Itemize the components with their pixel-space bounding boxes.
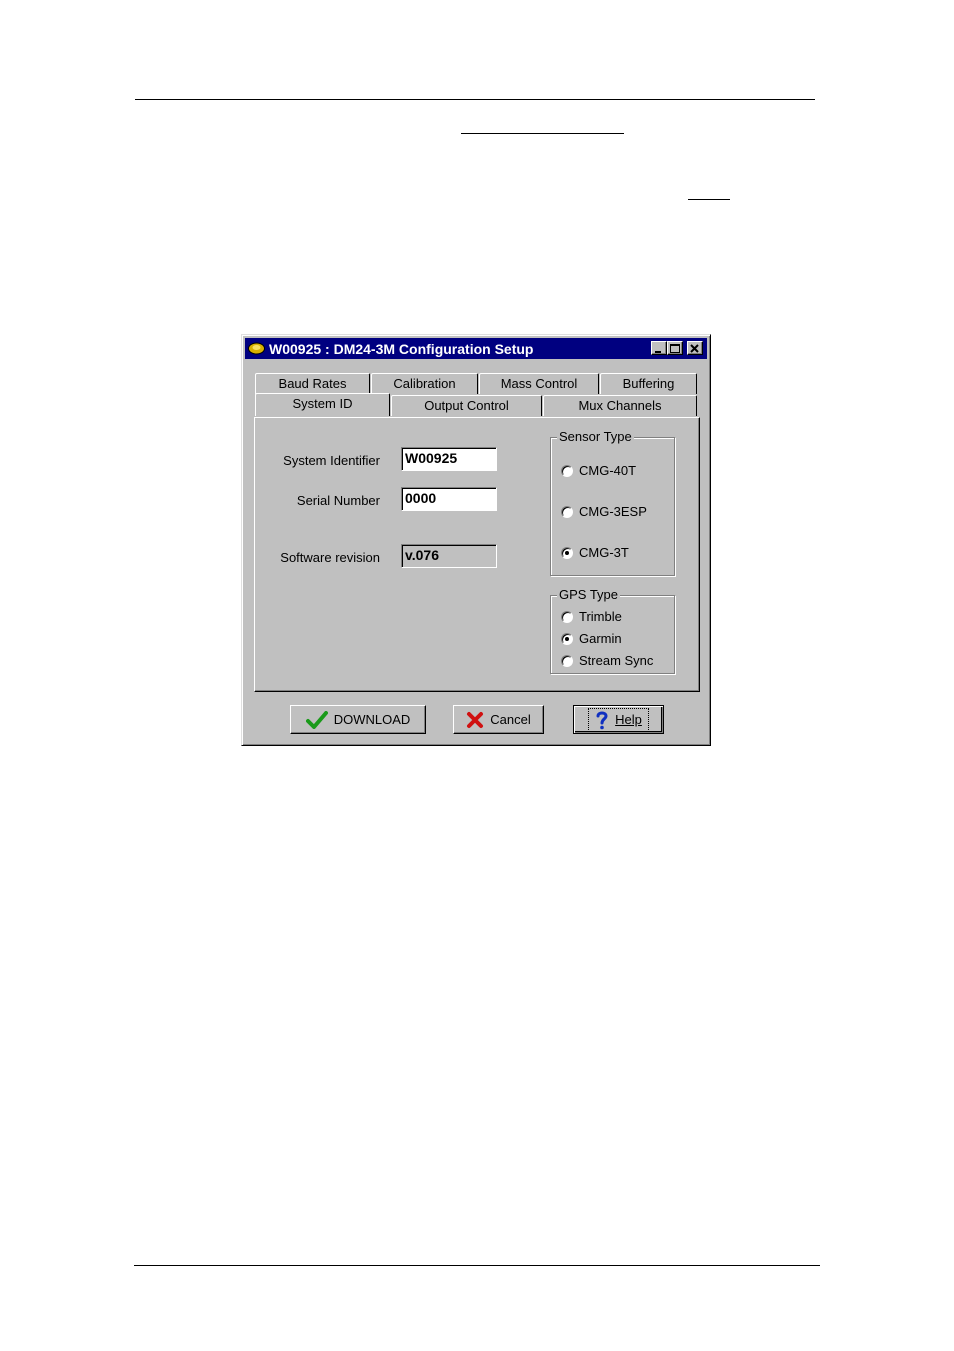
radio-icon (561, 654, 573, 667)
option-label: Stream Sync (579, 653, 654, 668)
sensor-option-cmg-3t[interactable]: CMG-3T (561, 545, 629, 560)
download-label: DOWNLOAD (333, 712, 411, 727)
close-icon (690, 344, 699, 353)
minimize-icon (655, 351, 661, 353)
help-label: Help (615, 712, 642, 727)
radio-icon (561, 610, 573, 623)
cancel-label: Cancel (490, 712, 531, 727)
serial-number-label: Serial Number (296, 493, 380, 508)
radio-icon (561, 464, 573, 477)
tab-mass-control[interactable]: Mass Control (479, 373, 599, 394)
sensor-option-cmg-40t[interactable]: CMG-40T (561, 463, 636, 478)
close-button[interactable] (687, 341, 703, 355)
tab-output-control[interactable]: Output Control (391, 395, 542, 416)
option-label: CMG-3ESP (579, 504, 647, 519)
checkmark-icon (305, 710, 328, 729)
heading-underline (461, 133, 624, 134)
software-revision-field: v.076 (401, 544, 497, 568)
tab-buffering[interactable]: Buffering (600, 373, 697, 394)
sensor-type-title: Sensor Type (557, 429, 634, 444)
small-underline (688, 199, 730, 200)
app-icon (248, 342, 265, 355)
option-label: Trimble (579, 609, 622, 624)
maximize-icon (670, 344, 680, 353)
gps-option-trimble[interactable]: Trimble (561, 609, 622, 624)
radio-checked-icon (561, 546, 573, 559)
title-bar[interactable]: W00925 : DM24-3M Configuration Setup (245, 338, 707, 359)
top-rule (135, 99, 815, 100)
gps-option-stream-sync[interactable]: Stream Sync (561, 653, 653, 668)
tab-calibration[interactable]: Calibration (371, 373, 478, 394)
system-identifier-input[interactable]: W00925 (401, 447, 497, 471)
maximize-button[interactable] (667, 341, 683, 355)
gps-type-group: GPS Type Trimble Garmin Stream Sync (550, 587, 675, 674)
radio-checked-icon (561, 632, 573, 645)
software-revision-label: Software revision (280, 550, 380, 565)
cancel-button[interactable]: Cancel (453, 705, 544, 734)
gps-option-garmin[interactable]: Garmin (561, 631, 622, 646)
window-title: W00925 : DM24-3M Configuration Setup (269, 341, 534, 357)
option-label: CMG-3T (579, 545, 629, 560)
system-id-panel: System Identifier W00925 Serial Number 0… (254, 417, 700, 692)
cancel-x-icon (467, 711, 484, 728)
download-button[interactable]: DOWNLOAD (290, 705, 426, 734)
minimize-button[interactable] (651, 341, 667, 355)
help-button[interactable]: Help (573, 705, 664, 734)
config-setup-window: W00925 : DM24-3M Configuration Setup Bau… (241, 334, 711, 746)
radio-icon (561, 505, 573, 518)
tab-baud-rates[interactable]: Baud Rates (255, 373, 370, 394)
gps-type-title: GPS Type (557, 587, 621, 602)
sensor-option-cmg-3esp[interactable]: CMG-3ESP (561, 504, 647, 519)
serial-number-input[interactable]: 0000 (401, 487, 497, 511)
option-label: CMG-40T (579, 463, 637, 478)
tab-system-id[interactable]: System ID (255, 393, 390, 416)
tab-mux-channels[interactable]: Mux Channels (543, 395, 697, 416)
bottom-rule (134, 1265, 820, 1266)
help-question-icon (596, 711, 608, 729)
help-focus-rect: Help (588, 707, 649, 732)
system-identifier-label: System Identifier (283, 453, 380, 468)
sensor-type-group: Sensor Type CMG-40T CMG-3ESP CMG-3T (550, 429, 675, 576)
option-label: Garmin (579, 631, 622, 646)
